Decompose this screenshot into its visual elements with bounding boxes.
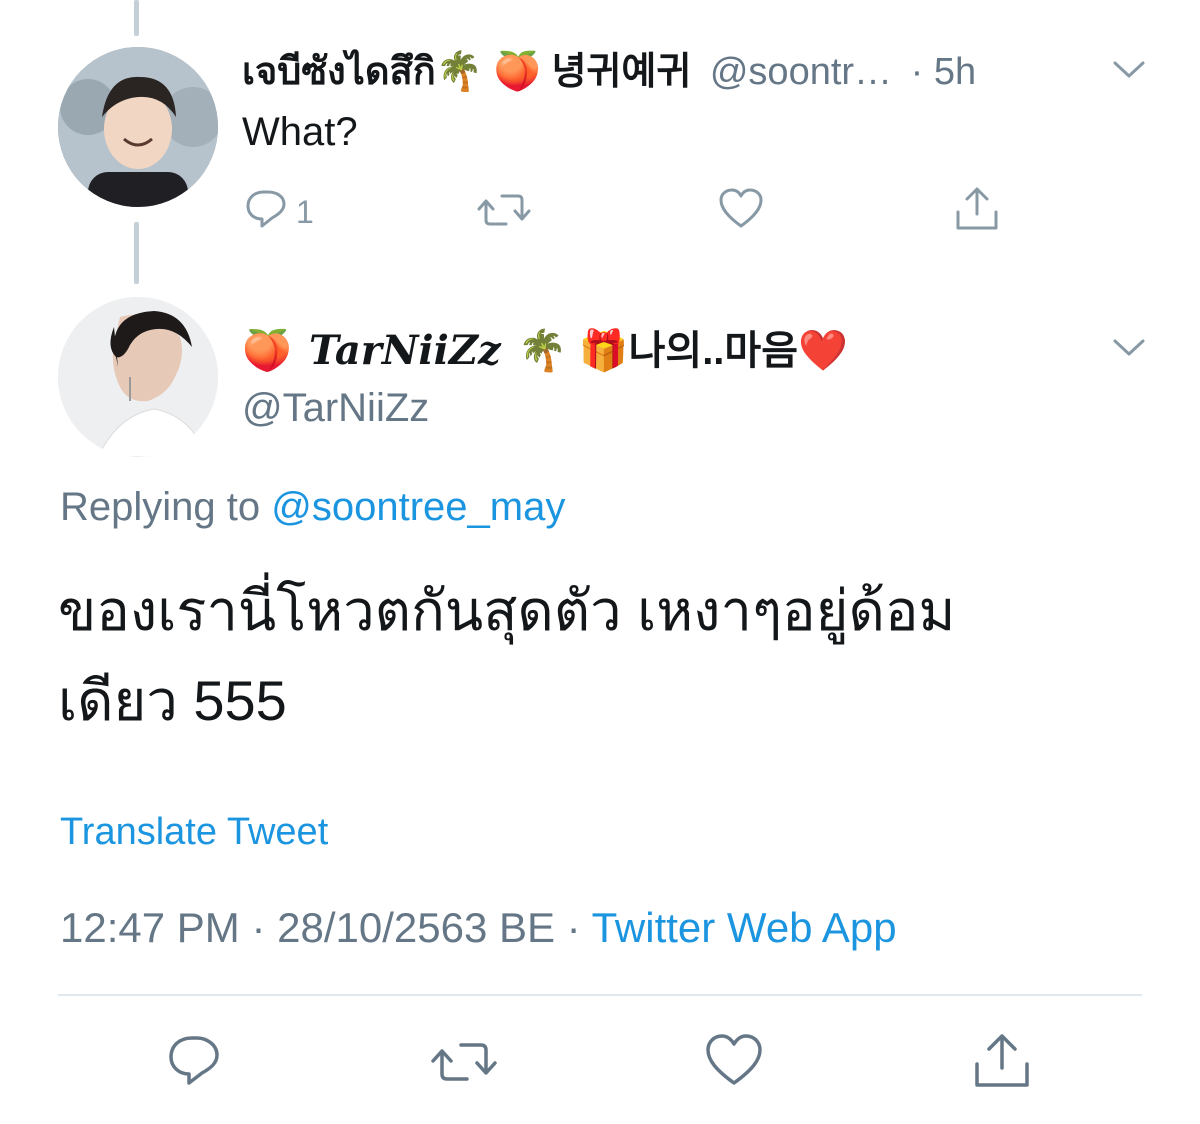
like-icon[interactable]	[704, 1032, 764, 1088]
tweet-text-line-1: ของเรานี่โหวตกันสุดตัว เหงาๆอยู่ด้อม	[58, 579, 956, 642]
display-name[interactable]: เจบีซังไดสึกิ🌴 🍑 녕귀예귀	[242, 51, 691, 93]
handle[interactable]: @soontr…	[710, 51, 892, 93]
tweet-text: ของเรานี่โหวตกันสุดตัว เหงาๆอยู่ด้อม เดี…	[58, 566, 955, 746]
timestamp-line: 12:47 PM · 28/10/2563 BE · Twitter Web A…	[60, 902, 897, 954]
avatar[interactable]	[58, 297, 218, 457]
chevron-down-icon[interactable]	[1112, 338, 1146, 363]
replying-to-line: Replying to @soontree_may	[60, 481, 565, 533]
display-name-emoji-peach: 🍑	[242, 329, 292, 373]
handle[interactable]: @TarNiiZz	[242, 382, 429, 434]
avatar-image	[58, 47, 218, 207]
translate-tweet-link[interactable]: Translate Tweet	[60, 808, 328, 856]
display-name[interactable]: 🍑 TarNiiZz 🌴 🎁나의..마음❤️	[242, 316, 848, 386]
parent-header: เจบีซังไดสึกิ🌴 🍑 녕귀예귀 @soontr… · 5h	[242, 44, 1112, 100]
thread-line-top	[134, 0, 139, 36]
reply-count: 1	[296, 194, 314, 230]
chevron-down-icon[interactable]	[1112, 60, 1146, 85]
reply-icon[interactable]	[244, 186, 288, 230]
retweet-icon[interactable]	[476, 188, 532, 232]
like-icon[interactable]	[717, 186, 765, 230]
display-name-heart: ❤️	[798, 329, 848, 373]
share-icon[interactable]	[972, 1030, 1032, 1090]
share-icon[interactable]	[954, 184, 1000, 234]
tweet-text: What?	[242, 110, 358, 154]
avatar[interactable]	[58, 47, 218, 207]
display-name-text: TarNiiZz	[308, 327, 501, 374]
thread-line-bottom	[134, 222, 139, 284]
divider	[58, 994, 1142, 996]
avatar-image	[58, 297, 218, 457]
replying-prefix: Replying to	[60, 485, 261, 529]
tweet-text-line-2: เดียว 555	[58, 669, 287, 732]
display-name-suffix: 나의..마음	[628, 329, 799, 373]
timestamp[interactable]: 12:47 PM · 28/10/2563 BE ·	[60, 904, 581, 951]
retweet-icon[interactable]	[430, 1036, 498, 1088]
reply-icon[interactable]	[166, 1032, 222, 1088]
source-link[interactable]: Twitter Web App	[592, 904, 897, 951]
replying-to-link[interactable]: @soontree_may	[271, 485, 565, 529]
display-name-emoji-palm-gift: 🌴 🎁	[517, 329, 629, 373]
time[interactable]: · 5h	[911, 51, 976, 93]
